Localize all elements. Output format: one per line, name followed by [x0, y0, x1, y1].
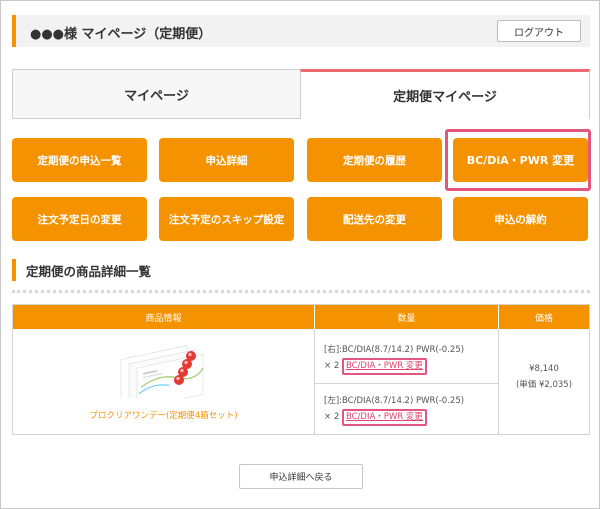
- change-link-left[interactable]: BC/DIA・PWR 変更: [346, 412, 423, 422]
- qty-right: × 2: [324, 361, 340, 371]
- page-frame: ●●●様 マイページ（定期便） ログアウト マイページ 定期便マイページ 定期便…: [0, 0, 600, 509]
- header-quantity: 数量: [314, 305, 498, 329]
- regular-order-list-button[interactable]: 定期便の申込一覧: [12, 138, 147, 182]
- bc-dia-pwr-change-button[interactable]: BC/DiA・PWR 変更: [453, 138, 588, 182]
- skip-order-setting-button[interactable]: 注文予定のスキップ設定: [159, 197, 294, 241]
- change-order-date-button[interactable]: 注文予定日の変更: [12, 197, 147, 241]
- quantity-row-right: [右]:BC/DIA(8.7/14.2) PWR(-0.25) × 2 BC/D…: [324, 342, 464, 375]
- product-table: 商品情報 数量 価格 プロクリアワンデー(定期便4箱セット) [右]:BC/DI…: [12, 304, 590, 435]
- order-details-button[interactable]: 申込詳細: [159, 138, 294, 182]
- quantity-row-left: [左]:BC/DIA(8.7/14.2) PWR(-0.25) × 2 BC/D…: [324, 393, 464, 426]
- qty-line-right: × 2 BC/DIA・PWR 変更: [324, 358, 464, 375]
- change-link-right[interactable]: BC/DIA・PWR 変更: [346, 361, 423, 371]
- tab-regular-mypage[interactable]: 定期便マイページ: [300, 69, 590, 119]
- header-price: 価格: [498, 305, 589, 329]
- price-cell: ¥8,140 (単価 ¥2,035): [499, 361, 589, 393]
- spec-left: [左]:BC/DIA(8.7/14.2) PWR(-0.25): [324, 396, 465, 406]
- regular-order-history-button[interactable]: 定期便の履歴: [307, 138, 442, 182]
- page-title: ●●●様 マイページ（定期便）: [30, 27, 212, 42]
- highlight-frame: BC/DIA・PWR 変更: [341, 409, 427, 426]
- highlight-frame: BC/DIA・PWR 変更: [341, 358, 427, 375]
- header-product-info: 商品情報: [13, 305, 314, 329]
- back-to-details-button[interactable]: 申込詳細へ戻る: [239, 464, 363, 489]
- tab-bar: マイページ 定期便マイページ: [12, 69, 590, 119]
- price-total: ¥8,140: [529, 364, 559, 374]
- spec-right: [右]:BC/DIA(8.7/14.2) PWR(-0.25): [324, 345, 465, 355]
- logout-button[interactable]: ログアウト: [497, 20, 581, 42]
- qty-left: × 2: [324, 412, 340, 422]
- tab-mypage[interactable]: マイページ: [12, 69, 300, 119]
- row-divider: [315, 383, 498, 384]
- price-unit: (単価 ¥2,035): [515, 380, 573, 390]
- dotted-divider: [12, 290, 590, 293]
- column-divider: [314, 329, 315, 435]
- product-image: [120, 345, 204, 398]
- page-header: ●●●様 マイページ（定期便） ログアウト: [12, 15, 590, 47]
- product-name: プロクリアワンデー(定期便4箱セット): [89, 411, 238, 421]
- qty-line-left: × 2 BC/DIA・PWR 変更: [324, 409, 464, 426]
- cancel-order-button[interactable]: 申込の解約: [453, 197, 588, 241]
- change-delivery-address-button[interactable]: 配送先の変更: [307, 197, 442, 241]
- section-title: 定期便の商品詳細一覧: [12, 259, 151, 281]
